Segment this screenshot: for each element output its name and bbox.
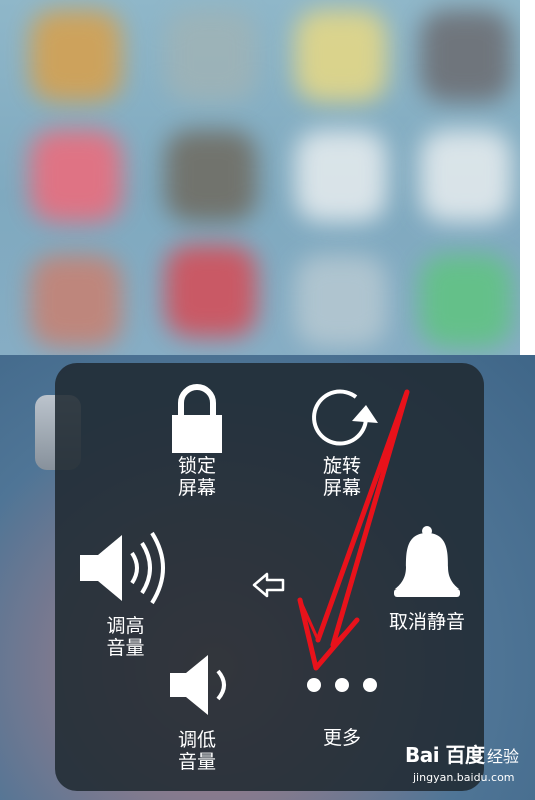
rotate-screen-label: 旋转 屏幕 <box>322 455 361 499</box>
volume-down-label: 调低 音量 <box>177 729 216 773</box>
unmute-label: 取消静音 <box>388 611 465 633</box>
volume-down-button[interactable]: 调低 音量 <box>155 651 239 773</box>
watermark-brand: Bai 百度 <box>405 743 485 767</box>
speaker-loud-icon <box>79 531 165 605</box>
more-label: 更多 <box>322 727 361 749</box>
blurred-app-icon <box>165 10 257 102</box>
blurred-app-icon <box>420 255 512 347</box>
baidu-watermark: Bai 百度 经验 jingyan.baidu.com <box>405 735 530 795</box>
blurred-app-icon <box>165 245 257 337</box>
lock-icon <box>172 384 222 453</box>
assistive-touch-panel: 锁定 屏幕 旋转 屏幕 调高 音量 取消静音 调低 音量 更多 <box>55 363 484 791</box>
lock-screen-label: 锁定 屏幕 <box>177 455 216 499</box>
blurred-app-icon <box>295 130 387 222</box>
more-button[interactable]: 更多 <box>300 675 384 749</box>
lock-screen-button[interactable]: 锁定 屏幕 <box>155 383 239 499</box>
blurred-app-icon <box>30 130 122 222</box>
screen-edge <box>520 0 535 355</box>
volume-up-button[interactable]: 调高 音量 <box>73 523 178 659</box>
blurred-app-icon <box>295 10 387 102</box>
blurred-home-screen <box>0 0 520 355</box>
speaker-low-icon <box>170 655 226 715</box>
unmute-button[interactable]: 取消静音 <box>377 523 477 633</box>
bell-icon <box>394 526 460 597</box>
more-dots-icon <box>307 678 377 692</box>
rotate-screen-button[interactable]: 旋转 屏幕 <box>300 383 384 499</box>
back-arrow-icon <box>252 572 285 598</box>
rotate-icon <box>312 389 378 446</box>
blurred-app-icon <box>420 10 512 102</box>
blurred-app-icon <box>30 10 122 102</box>
blurred-app-icon <box>420 130 512 222</box>
blurred-app-icon <box>30 255 122 347</box>
blurred-app-icon <box>165 130 257 222</box>
watermark-url: jingyan.baidu.com <box>413 771 515 784</box>
watermark-product: 经验 <box>487 747 520 766</box>
blurred-app-icon <box>295 255 387 347</box>
back-button[interactable] <box>251 571 287 599</box>
